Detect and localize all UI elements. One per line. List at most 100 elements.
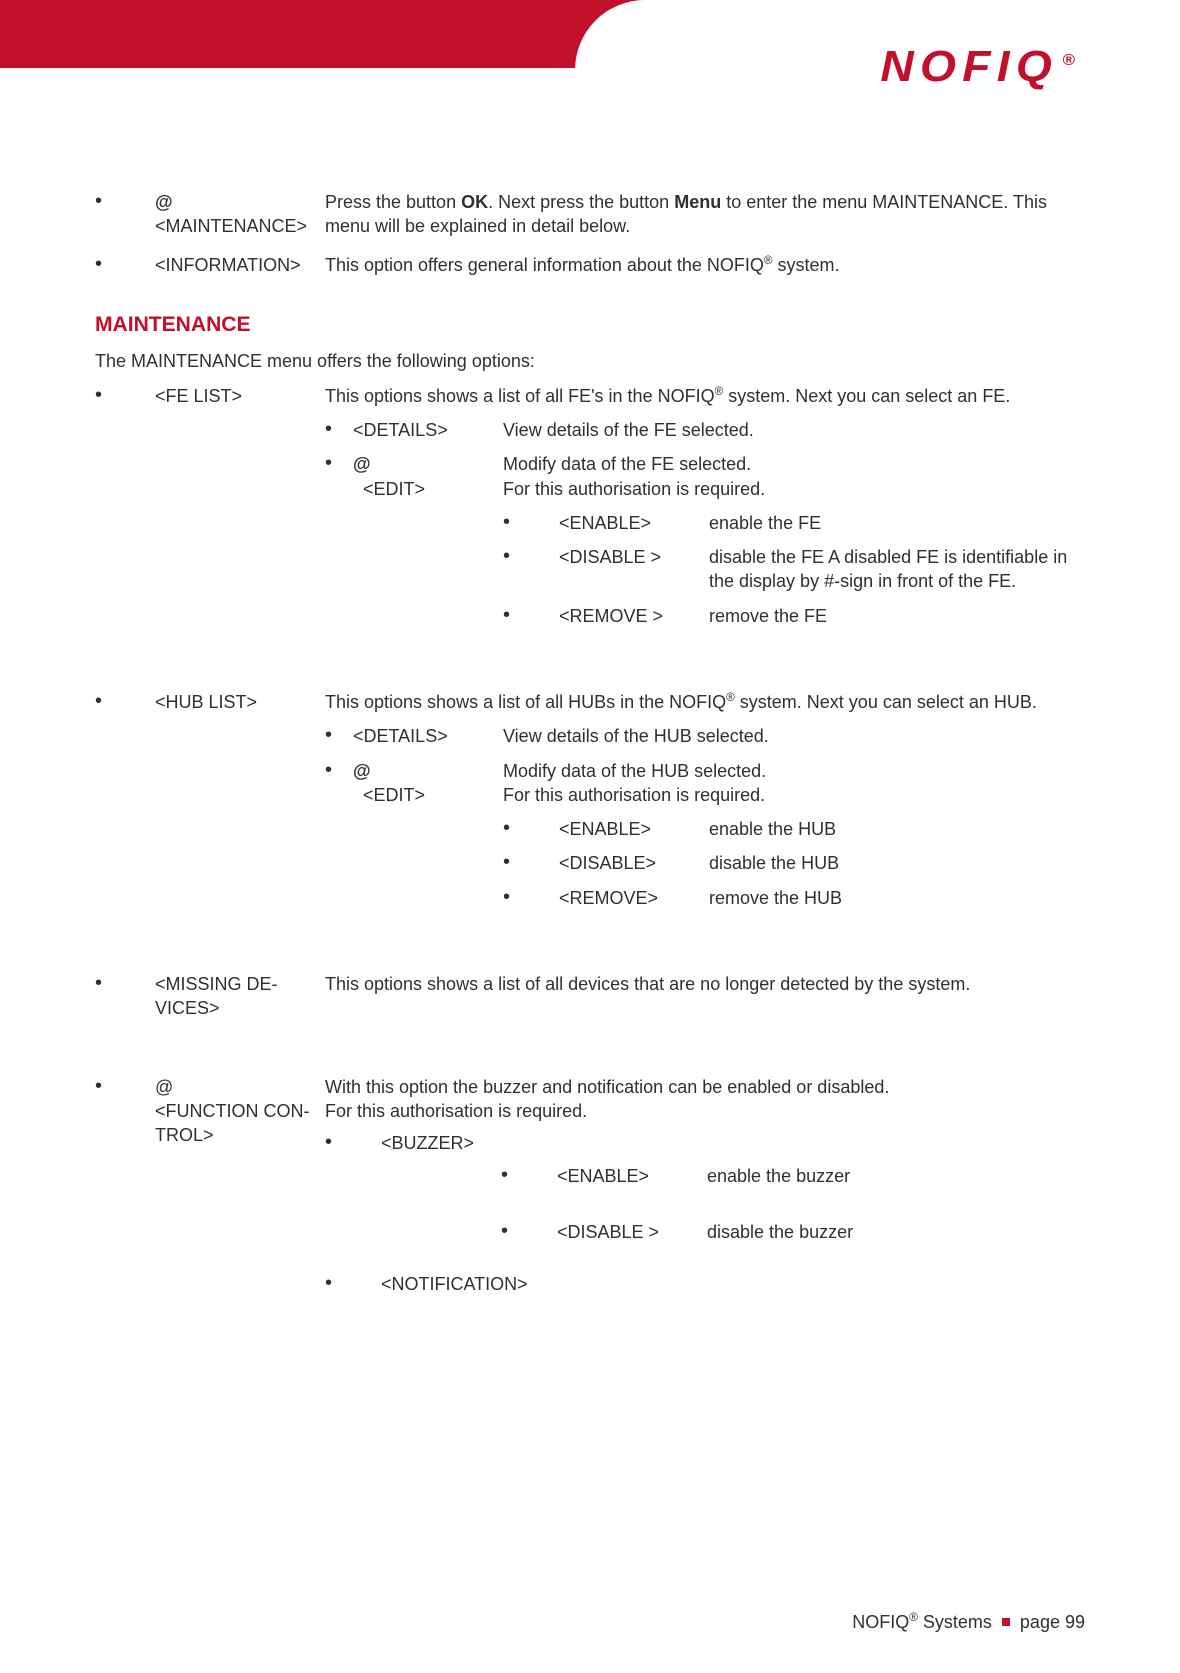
submenu-description: enable the buzzer xyxy=(707,1164,1075,1188)
submenu-item-disable: • <DISABLE> disable the HUB xyxy=(503,851,1075,875)
section-intro: The MAINTENANCE menu offers the followin… xyxy=(95,349,1075,373)
submenu-item-enable: • <ENABLE> enable the buzzer xyxy=(501,1164,1075,1188)
menu-item-information: • <INFORMATION> This option offers gener… xyxy=(95,253,1075,277)
desc-text: This options shows a list of all HUBs in… xyxy=(325,692,726,712)
bullet-icon: • xyxy=(503,817,559,839)
bullet-icon: • xyxy=(503,886,559,908)
ok-button-ref: OK xyxy=(461,192,488,212)
menu-description: This options shows a list of all HUBs in… xyxy=(325,690,1075,930)
desc-text: system. xyxy=(773,255,840,275)
bullet-icon: • xyxy=(325,1131,381,1153)
menu-description: Press the button OK. Next press the butt… xyxy=(325,190,1075,239)
bullet-icon: • xyxy=(95,690,155,712)
brand-text: NOFIQ xyxy=(880,42,1058,91)
bullet-icon: • xyxy=(325,452,353,474)
desc-line: For this authorisation is required. xyxy=(325,1099,1075,1123)
bullet-icon: • xyxy=(503,511,559,533)
bullet-icon: • xyxy=(501,1164,557,1186)
desc-line: Modify data of the HUB selected. xyxy=(503,759,1075,783)
bullet-icon: • xyxy=(325,1272,381,1294)
submenu-item-disable: • <DISABLE > disable the FE A disabled F… xyxy=(503,545,1075,594)
submenu-item-enable: • <ENABLE> enable the HUB xyxy=(503,817,1075,841)
menu-item-hub-list: • <HUB LIST> This options shows a list o… xyxy=(95,690,1075,930)
submenu-description: enable the HUB xyxy=(709,817,1075,841)
brand-text: NOFIQ xyxy=(852,1612,909,1632)
bullet-icon: • xyxy=(503,545,559,567)
bullet-icon: • xyxy=(95,253,155,275)
submenu-item-enable: • <ENABLE> enable the FE xyxy=(503,511,1075,535)
registered-mark: ® xyxy=(726,691,735,704)
desc-line: With this option the buzzer and notifica… xyxy=(325,1075,1075,1099)
page-footer: NOFIQ® Systems page 99 xyxy=(852,1611,1085,1633)
bullet-icon: • xyxy=(95,1075,155,1097)
submenu-label: @ <EDIT> xyxy=(353,759,503,808)
menu-label: <INFORMATION> xyxy=(155,253,325,277)
submenu-label: <DETAILS> xyxy=(353,724,503,748)
bullet-icon: • xyxy=(95,384,155,406)
at-icon: @ xyxy=(155,192,173,212)
bullet-icon: • xyxy=(503,604,559,626)
submenu-label: <REMOVE> xyxy=(559,886,709,910)
menu-button-ref: Menu xyxy=(674,192,721,212)
bullet-icon: • xyxy=(325,759,353,781)
menu-description: This options shows a list of all devices… xyxy=(325,972,1075,996)
label-text: <EDIT> xyxy=(363,785,425,805)
menu-label: <FE LIST> xyxy=(155,384,325,408)
submenu-description: remove the HUB xyxy=(709,886,1075,910)
menu-description: This option offers general information a… xyxy=(325,253,1075,277)
page-number: page 99 xyxy=(1020,1612,1085,1633)
submenu-label: <DISABLE > xyxy=(559,545,709,569)
submenu-item-remove: • <REMOVE> remove the HUB xyxy=(503,886,1075,910)
submenu-item-edit: • @ <EDIT> Modify data of the FE selecte… xyxy=(325,452,1075,638)
submenu-label: <ENABLE> xyxy=(559,511,709,535)
label-text: <FUNCTION CON-TROL> xyxy=(155,1101,310,1145)
menu-item-fe-list: • <FE LIST> This options shows a list of… xyxy=(95,384,1075,648)
submenu-item-edit: • @ <EDIT> Modify data of the HUB select… xyxy=(325,759,1075,920)
submenu-item-disable: • <DISABLE > disable the buzzer xyxy=(501,1220,1075,1244)
banner-curve xyxy=(575,0,1180,118)
bullet-icon: • xyxy=(503,851,559,873)
desc-text: system. Next you can select an HUB. xyxy=(735,692,1037,712)
square-separator-icon xyxy=(1002,1618,1010,1626)
menu-description: With this option the buzzer and notifica… xyxy=(325,1075,1075,1311)
desc-text: This option offers general information a… xyxy=(325,255,764,275)
menu-description: This options shows a list of all FE's in… xyxy=(325,384,1075,648)
menu-label: <HUB LIST> xyxy=(155,690,325,714)
bullet-icon: • xyxy=(95,190,155,212)
submenu-label: <BUZZER> • <ENABLE> enable the buzzer • … xyxy=(381,1131,1075,1258)
section-title-maintenance: MAINTENANCE xyxy=(95,311,1075,339)
registered-mark: ® xyxy=(764,254,773,267)
submenu-label: <NOTIFICATION> xyxy=(381,1272,1075,1296)
desc-text: . Next press the button xyxy=(488,192,674,212)
submenu-description: enable the FE xyxy=(709,511,1075,535)
desc-line: For this authorisation is required. xyxy=(503,477,1075,501)
brand-logo: NOFIQ® xyxy=(880,42,1074,92)
desc-line: Modify data of the FE selected. xyxy=(503,452,1075,476)
submenu-label: <DETAILS> xyxy=(353,418,503,442)
submenu-label: <DISABLE > xyxy=(557,1220,707,1244)
submenu-description: remove the FE xyxy=(709,604,1075,628)
bullet-icon: • xyxy=(325,724,353,746)
page-header: NOFIQ® xyxy=(0,0,1180,100)
menu-item-missing-devices: • <MISSING DE-VICES> This options shows … xyxy=(95,972,1075,1021)
registered-mark: ® xyxy=(715,385,724,398)
submenu-label: <REMOVE > xyxy=(559,604,709,628)
bullet-icon: • xyxy=(325,418,353,440)
submenu-label: <ENABLE> xyxy=(557,1164,707,1188)
at-icon: @ xyxy=(353,454,371,474)
submenu-description: disable the FE A disabled FE is identifi… xyxy=(709,545,1075,594)
label-text: <EDIT> xyxy=(363,479,425,499)
desc-text: This options shows a list of all FE's in… xyxy=(325,386,715,406)
systems-text: Systems xyxy=(918,1612,992,1632)
menu-label: @ <MAINTENANCE> xyxy=(155,190,325,239)
submenu-item-notification: • <NOTIFICATION> xyxy=(325,1272,1075,1296)
submenu-description: Modify data of the HUB selected. For thi… xyxy=(503,759,1075,920)
bullet-icon: • xyxy=(501,1220,557,1242)
submenu-description: View details of the HUB selected. xyxy=(503,724,1075,748)
submenu-description: View details of the FE selected. xyxy=(503,418,1075,442)
menu-item-maintenance: • @ <MAINTENANCE> Press the button OK. N… xyxy=(95,190,1075,239)
submenu-label: <DISABLE> xyxy=(559,851,709,875)
submenu-item-remove: • <REMOVE > remove the FE xyxy=(503,604,1075,628)
submenu-description: disable the HUB xyxy=(709,851,1075,875)
submenu-label: @ <EDIT> xyxy=(353,452,503,501)
